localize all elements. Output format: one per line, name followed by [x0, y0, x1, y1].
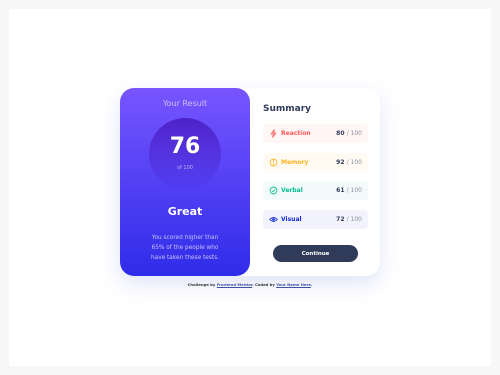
score-value: 76 [169, 134, 201, 159]
result-title: Your Result [162, 99, 208, 108]
score-number: 80 [336, 130, 345, 137]
result-panel: Your Result 76 of 100 Great You scored h… [120, 88, 250, 276]
summary-panel: Summary Reaction 80 / 100 Memory 92 / 10… [263, 104, 368, 238]
results-summary-card: Your Result 76 of 100 Great You scored h… [120, 88, 380, 276]
lightning-icon [270, 129, 277, 138]
continue-button[interactable]: Continue [273, 245, 358, 262]
summary-label: Reaction [281, 130, 311, 137]
summary-row-verbal: Verbal 61 / 100 [263, 181, 368, 200]
score-total: / 100 [346, 187, 362, 194]
attribution-prefix: Challenge by [187, 282, 216, 287]
score-number: 61 [336, 187, 345, 194]
score-total: / 100 [346, 130, 362, 137]
attribution: Challenge by Frontend Mentor. Coded by Y… [0, 282, 500, 287]
summary-score: 61 / 100 [336, 187, 362, 194]
eye-icon [269, 216, 278, 222]
summary-row-visual: Visual 72 / 100 [263, 209, 368, 229]
summary-row-memory: Memory 92 / 100 [263, 152, 368, 172]
attribution-middle: . Coded by [252, 282, 275, 287]
attribution-suffix: . [310, 282, 313, 287]
summary-label: Visual [281, 215, 302, 223]
author-link[interactable]: Your Name Here [276, 282, 311, 287]
summary-score: 72 / 100 [336, 216, 362, 223]
chat-icon [269, 186, 278, 195]
score-number: 92 [336, 158, 345, 166]
summary-label: Verbal [281, 187, 303, 194]
summary-label: Memory [281, 158, 309, 166]
score-total: / 100 [346, 158, 362, 166]
summary-score: 92 / 100 [336, 159, 362, 166]
score-out-of: of 100 [177, 165, 193, 171]
grade-label: Great [167, 205, 203, 218]
score-total: / 100 [346, 215, 362, 223]
brain-icon [269, 158, 278, 166]
summary-row-reaction: Reaction 80 / 100 [263, 124, 368, 143]
score-number: 72 [336, 215, 345, 223]
result-description: You scored higher than 65% of the people… [150, 235, 220, 261]
summary-score: 80 / 100 [336, 130, 362, 137]
score-circle: 76 of 100 [149, 118, 221, 190]
frontend-mentor-link[interactable]: Frontend Mentor [217, 282, 252, 287]
summary-title: Summary [263, 104, 312, 114]
